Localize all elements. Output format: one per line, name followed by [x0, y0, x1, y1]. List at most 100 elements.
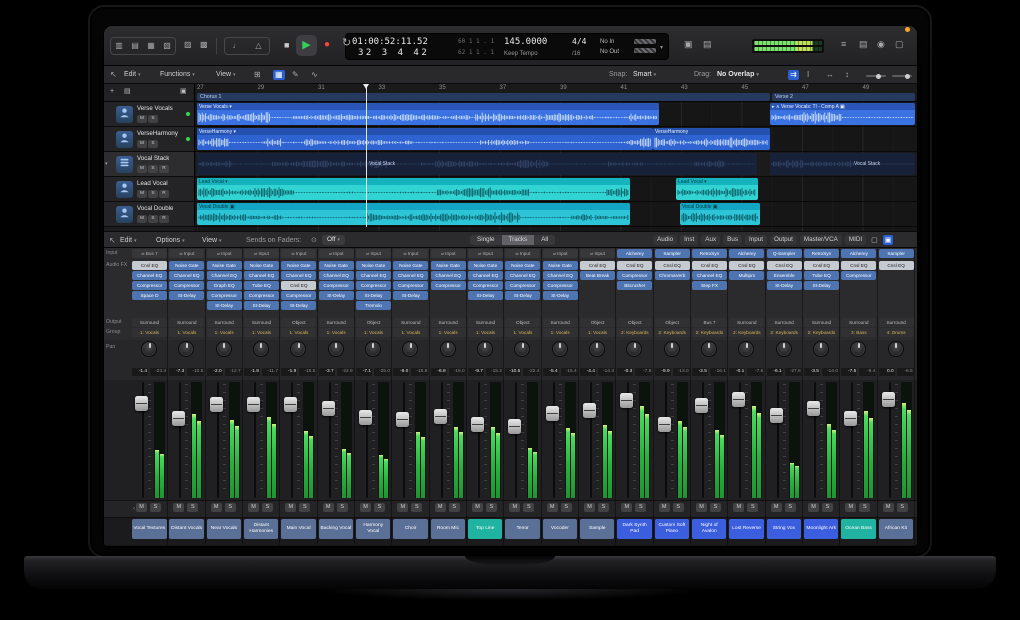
output-slot[interactable]: Surround	[543, 318, 578, 327]
list-view-icon[interactable]: ▦	[273, 70, 285, 80]
fx-slot[interactable]: Compressor	[207, 291, 242, 300]
duplicate-track-icon[interactable]: ▤	[124, 88, 131, 95]
track-lane[interactable]: Vocal Double ▣Vocal Double ▣	[195, 202, 917, 227]
output-slot[interactable]: Surround	[767, 318, 802, 327]
input-slot[interactable]: Q-Sampler	[767, 249, 802, 258]
fx-slot[interactable]: Cnsl EQ	[132, 261, 167, 270]
group-slot[interactable]: 2: Keyboards	[729, 328, 764, 337]
pan-knob[interactable]	[776, 341, 792, 357]
group-slot[interactable]: 2: Keyboards	[767, 328, 802, 337]
input-slot[interactable]: ⇄ Input	[169, 249, 204, 258]
pan-knob[interactable]	[664, 341, 680, 357]
input-slot[interactable]: ⇄ Input	[543, 249, 578, 258]
filter-aux[interactable]: Aux	[701, 235, 720, 246]
automation-icon[interactable]: ∿	[311, 71, 318, 79]
group-slot[interactable]: 2: Keyboards	[617, 328, 652, 337]
fx-slot[interactable]: St-Delay	[468, 291, 503, 300]
track-header[interactable]: VerseHarmonyMS	[104, 127, 195, 152]
track-header[interactable]: Verse VocalsMS	[104, 102, 195, 127]
mute-button[interactable]: M	[659, 503, 670, 512]
pan-knob[interactable]	[813, 341, 829, 357]
note-pads-icon[interactable]: ▤	[859, 40, 868, 49]
fader-handle[interactable]	[882, 392, 895, 407]
fader-handle[interactable]	[359, 410, 372, 425]
input-slot[interactable]: ⇄ Input	[505, 249, 540, 258]
fx-slot[interactable]: Compressor	[468, 281, 503, 290]
fx-slot[interactable]: Channel EQ	[207, 271, 242, 280]
fader-handle[interactable]	[322, 401, 335, 416]
input-slot[interactable]: Alchemy	[617, 249, 652, 258]
group-slot[interactable]: 1: Vocals	[132, 328, 167, 337]
region[interactable]: Lead Vocal ▾	[197, 178, 630, 200]
track-solo-button[interactable]: S	[148, 165, 158, 173]
input-slot[interactable]: Alchemy	[729, 249, 764, 258]
channel-name[interactable]: String Vox	[767, 519, 802, 539]
group-slot[interactable]: 1: Vocals	[319, 328, 354, 337]
fx-slot[interactable]: Noise Gate	[468, 261, 503, 270]
group-slot[interactable]: 2: Keyboards	[655, 328, 690, 337]
segment-tracks[interactable]: Tracks	[502, 235, 535, 246]
zoom-slider-knob[interactable]	[876, 74, 881, 79]
group-slot[interactable]: 2: Keyboards	[804, 328, 839, 337]
fader-track[interactable]	[329, 382, 331, 498]
output-slot[interactable]: Object	[281, 318, 316, 327]
fx-slot[interactable]: Compressor	[543, 281, 578, 290]
output-slot[interactable]: Surround	[207, 318, 242, 327]
fader-handle[interactable]	[695, 398, 708, 413]
group-slot[interactable]: 1: Vocals	[393, 328, 428, 337]
fader-handle[interactable]	[770, 408, 783, 423]
cycle-button[interactable]: ↻	[342, 38, 351, 49]
channel-name[interactable]: Main Vocal	[281, 519, 316, 539]
pan-knob[interactable]	[328, 341, 344, 357]
bar-ruler[interactable]: 272931333537394143454749Chorus 1Verse 2	[195, 84, 917, 102]
inspector-icon[interactable]: ▤	[131, 42, 139, 50]
filter-input[interactable]: Input	[745, 235, 767, 246]
add-track-icon[interactable]: +	[110, 88, 114, 95]
fader-handle[interactable]	[210, 397, 223, 412]
fx-slot[interactable]: Compressor	[132, 281, 167, 290]
stop-button[interactable]: ■	[284, 41, 289, 50]
fx-slot[interactable]: Compressor	[169, 281, 204, 290]
fader-handle[interactable]	[620, 393, 633, 408]
solo-button[interactable]: S	[411, 503, 422, 512]
group-slot[interactable]: 3: Bass	[841, 328, 876, 337]
catch-playhead-icon[interactable]: ⇉	[788, 70, 799, 80]
fader-handle[interactable]	[844, 411, 857, 426]
track-mute-button[interactable]: M	[137, 190, 147, 198]
fader-track[interactable]	[590, 382, 592, 498]
group-slot[interactable]: 1: Vocals	[543, 328, 578, 337]
track-mute-button[interactable]: M	[137, 165, 147, 173]
dual-view-icon[interactable]: ▣	[883, 235, 894, 246]
fader-handle[interactable]	[471, 417, 484, 432]
mute-button[interactable]: M	[771, 503, 782, 512]
track-header[interactable]: Lead VocalMSR	[104, 177, 195, 202]
track-mute-button[interactable]: M	[137, 115, 147, 123]
channel-name[interactable]: Room Mic	[431, 519, 466, 539]
fx-slot[interactable]: Channel EQ	[356, 271, 391, 280]
channel-name[interactable]: Vocoder	[543, 519, 578, 539]
track-solo-button[interactable]: S	[148, 190, 158, 198]
fx-slot[interactable]: Compressor	[281, 291, 316, 300]
fader-track[interactable]	[553, 382, 555, 498]
fx-slot[interactable]: Channel EQ	[244, 271, 279, 280]
channel-name[interactable]: Distant Harmonies	[244, 519, 279, 539]
solo-button[interactable]: S	[747, 503, 758, 512]
mute-button[interactable]: M	[397, 503, 408, 512]
channel-name[interactable]: Moonlight Ark	[804, 519, 839, 539]
solo-button[interactable]: S	[523, 503, 534, 512]
fader-handle[interactable]	[583, 403, 596, 418]
mute-button[interactable]: M	[360, 503, 371, 512]
group-slot[interactable]: 1: Vocals	[207, 328, 242, 337]
input-slot[interactable]: ⇄ Input	[393, 249, 428, 258]
fx-slot[interactable]: Channel EQ	[393, 271, 428, 280]
fx-slot[interactable]: Channel EQ	[319, 271, 354, 280]
group-slot[interactable]: 1: Vocals	[431, 328, 466, 337]
track-header[interactable]: ▾Vocal StackMSR	[104, 152, 195, 177]
solo-button[interactable]: S	[299, 503, 310, 512]
pan-knob[interactable]	[552, 341, 568, 357]
channel-name[interactable]: Top Line	[468, 519, 503, 539]
group-slot[interactable]: 1: Vocals	[244, 328, 279, 337]
single-strip-view-icon[interactable]: ▢	[869, 235, 880, 246]
track-solo-button[interactable]: S	[148, 215, 158, 223]
fader-handle[interactable]	[135, 396, 148, 411]
